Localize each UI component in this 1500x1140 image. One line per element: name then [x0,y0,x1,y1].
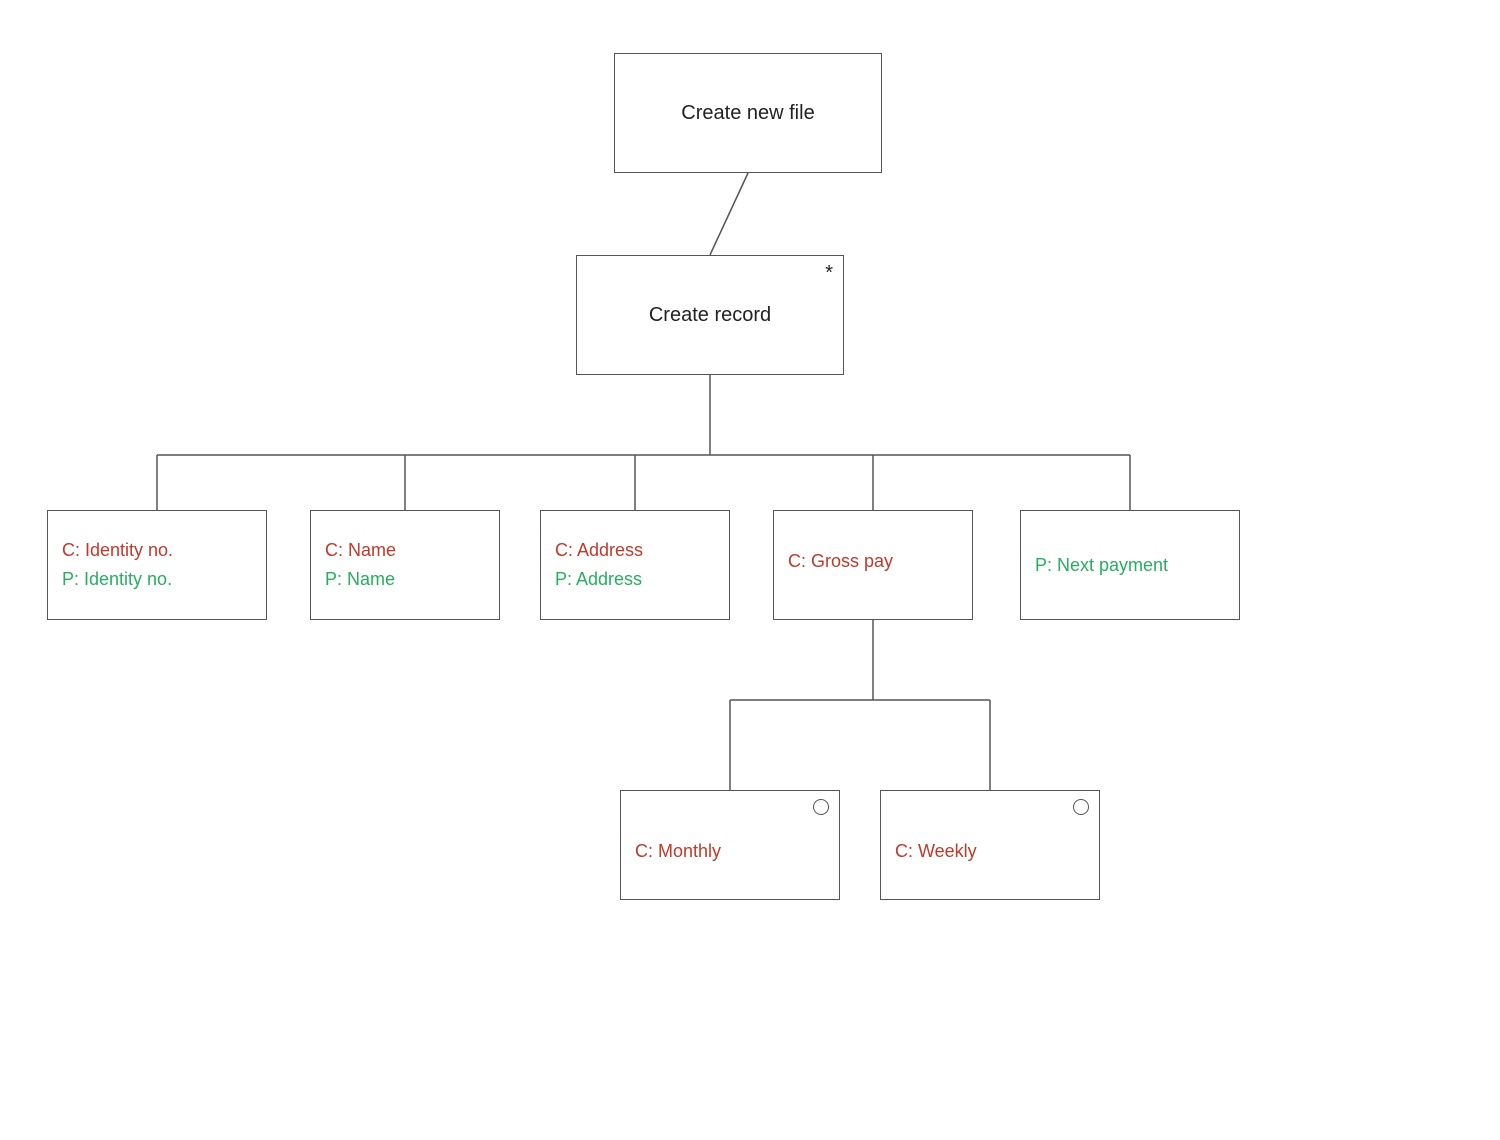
next-payment-p-label: P: Next payment [1035,555,1225,576]
address-node: C: Address P: Address [540,510,730,620]
name-p-label: P: Name [325,569,485,590]
create-record-label: Create record [649,304,771,327]
gross-pay-node: C: Gross pay [773,510,973,620]
create-new-file-node: Create new file [614,53,882,173]
name-c-label: C: Name [325,540,485,561]
asterisk-symbol: * [825,262,833,285]
weekly-node: C: Weekly [880,790,1100,900]
monthly-c-label: C: Monthly [635,841,825,862]
monthly-circle-icon [813,799,829,815]
diagram-container: Create new file * Create record C: Ident… [0,0,1500,1140]
next-payment-node: P: Next payment [1020,510,1240,620]
name-node: C: Name P: Name [310,510,500,620]
weekly-c-label: C: Weekly [895,841,1085,862]
identity-node: C: Identity no. P: Identity no. [47,510,267,620]
address-p-label: P: Address [555,569,715,590]
create-record-node: * Create record [576,255,844,375]
create-new-file-label: Create new file [681,102,814,125]
weekly-circle-icon [1073,799,1089,815]
address-c-label: C: Address [555,540,715,561]
monthly-node: C: Monthly [620,790,840,900]
gross-pay-c-label: C: Gross pay [788,551,958,572]
identity-p-label: P: Identity no. [62,569,252,590]
identity-c-label: C: Identity no. [62,540,252,561]
